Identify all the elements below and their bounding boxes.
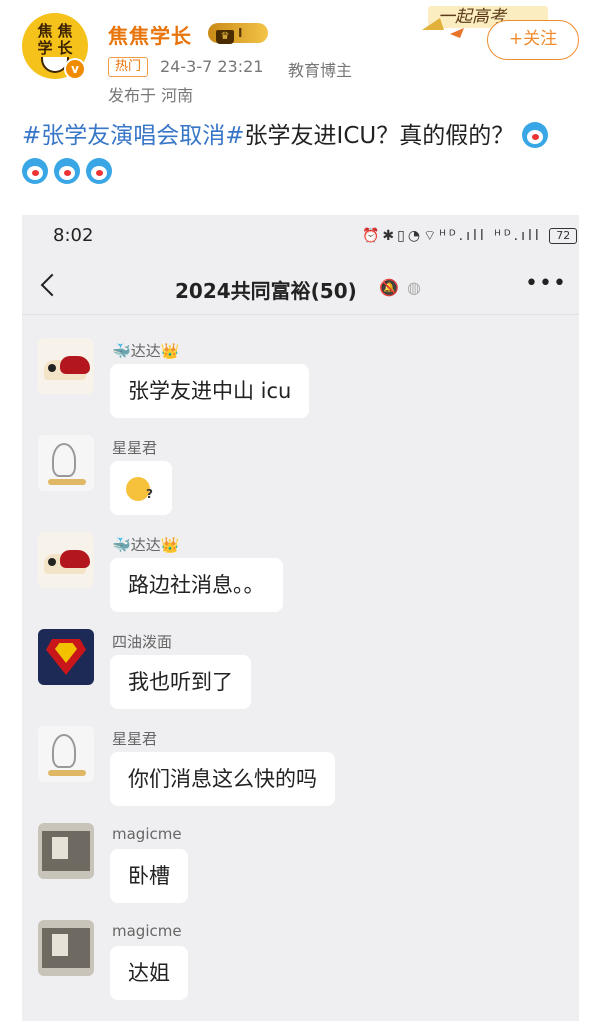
status-bar: 8:02 ⏰✱▯◔⌔ᴴᴰ.ıll ᴴᴰ.ıll 72 [22,215,579,259]
more-dots-icon[interactable]: ••• [525,271,567,296]
doraemon-emoji-icon [22,158,48,184]
post-source: 教育博主 [288,61,353,80]
photo-avatar[interactable] [38,920,94,976]
post-body: #张学友演唱会取消#张学友进ICU？真的假的？ [22,118,578,190]
chat-title: 2024共同富裕(50) [175,279,357,303]
hashtag-link[interactable]: #张学友演唱会取消# [22,123,245,149]
avatar-lettering: 焦焦 学长 [30,23,80,57]
crown-icon: 👑 [160,536,180,554]
cake-avatar[interactable] [38,338,94,394]
sender-text: 达达 [130,536,161,554]
sketch-avatar[interactable] [38,435,94,491]
sender-name: magicme [112,922,182,940]
message-bubble[interactable]: 达姐 [110,946,188,1000]
photo-avatar[interactable] [38,823,94,879]
follow-button[interactable]: +关注 [487,20,579,60]
message-bubble[interactable]: 路边社消息。。 [110,558,283,612]
sketch-avatar[interactable] [38,726,94,782]
message-bubble[interactable]: 张学友进中山 icu [110,364,310,418]
doraemon-emoji-icon [521,122,548,148]
back-arrow-icon[interactable] [40,273,64,297]
battery-icon: 72 [549,228,578,244]
verified-icon: v [64,58,86,80]
ear-icon[interactable]: ◍ [407,278,421,297]
chat-nav-bar: 2024共同富裕(50) 🔕 ◍ ••• [22,259,579,315]
avatar-char: 长 [57,39,73,57]
avatar-char: 学 [37,39,53,57]
doraemon-emoji-icon [54,158,80,184]
avatar-char: 焦 [37,22,53,40]
sender-name: 四油泼面 [112,633,173,651]
sender-text: 达达 [130,342,161,360]
crown-icon: 👑 [160,342,180,360]
post-header: 焦焦 学长 v 焦焦学长 ♛ I 热门 24-3-7 23:21 教育博主 发布于… [0,0,600,110]
status-time: 8:02 [53,225,94,246]
whale-icon: 🐳 [112,342,131,360]
level-number: I [238,26,243,40]
post-location: 发布于 河南 [108,86,194,105]
level-badge[interactable]: ♛ I [208,23,268,44]
message-bubble[interactable]: 你们消息这么快的吗 [110,752,335,806]
message-bubble[interactable]: 卧槽 [110,849,188,903]
sender-name: 星星君 [112,730,158,748]
bell-off-icon[interactable]: 🔕 [379,278,399,297]
sender-name: 星星君 [112,439,158,457]
whale-icon: 🐳 [112,536,131,554]
message-bubble[interactable]: 我也听到了 [110,655,251,709]
author-name[interactable]: 焦焦学长 [108,20,192,49]
cake-avatar[interactable] [38,532,94,588]
post-date: 24-3-7 23:21 [160,57,264,76]
puzzled-emoji-icon [126,467,153,521]
crown-icon: ♛ [216,30,234,44]
status-signal-icons: ⏰✱▯◔⌔ᴴᴰ.ıll ᴴᴰ.ıll [362,228,542,244]
message-bubble[interactable] [110,461,172,521]
post-text: 张学友进ICU？真的假的？ [244,123,515,149]
sender-name: 🐳达达👑 [112,534,179,555]
doraemon-emoji-icon [86,158,112,184]
sender-name: 🐳达达👑 [112,340,179,361]
avatar-char: 焦 [57,22,73,40]
hot-tag: 热门 [108,57,149,77]
chat-screenshot[interactable]: 8:02 ⏰✱▯◔⌔ᴴᴰ.ıll ᴴᴰ.ıll 72 2024共同富裕(50) … [22,215,579,1021]
status-icons: ⏰✱▯◔⌔ᴴᴰ.ıll ᴴᴰ.ıll 72 [362,227,578,245]
superman-avatar[interactable] [38,629,94,685]
sender-name: magicme [112,825,182,843]
